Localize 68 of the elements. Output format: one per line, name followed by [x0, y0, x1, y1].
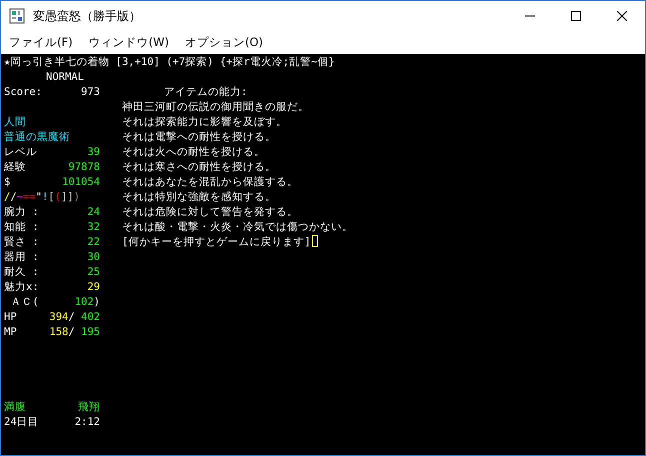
menu-item[interactable]: ウィンドウ(W)	[80, 33, 177, 52]
status-value: )	[94, 296, 100, 308]
status-label: 賢さ :	[4, 236, 39, 248]
description-line: それは特別な強敵を感知する。	[122, 191, 276, 203]
prompt-text: [何かキーを押すとゲームに戻ります]	[122, 236, 311, 248]
description-line: それは酸・電撃・火炎・冷気では傷つかない。	[122, 221, 353, 233]
status-value: 29	[87, 281, 100, 293]
status-value: 97878	[68, 161, 100, 173]
status-value: 24	[87, 206, 100, 218]
status-value: 158	[49, 326, 68, 338]
maximize-icon	[571, 11, 581, 21]
status-label: 経験	[4, 161, 26, 173]
status-label: [	[48, 191, 55, 203]
status-value: 394	[49, 311, 68, 323]
score-value: 973	[81, 85, 100, 100]
status-value: 402	[80, 311, 100, 323]
status-effect: 飛翔	[78, 400, 100, 415]
status-label: レベル	[4, 146, 37, 158]
status-label: ==	[22, 191, 36, 203]
game-mode: NORMAL	[46, 71, 84, 83]
score-label: Score:	[4, 85, 42, 100]
status-value: /	[68, 311, 75, 323]
description-line: 神田三河町の伝説の御用聞きの服だ。	[122, 101, 309, 113]
status-label: 腕力 :	[4, 206, 39, 218]
status-label: !	[42, 191, 48, 203]
status-label: ]]	[60, 191, 74, 203]
status-label: 魅力x:	[4, 281, 39, 293]
status-label: /	[4, 191, 10, 203]
app-icon	[9, 8, 25, 24]
close-icon	[617, 11, 627, 21]
status-value: 101054	[62, 176, 100, 188]
status-value: 30	[87, 251, 100, 263]
status-value: 195	[80, 326, 100, 338]
status-label: 人間	[4, 116, 26, 128]
menu-item[interactable]: オプション(O)	[176, 33, 271, 52]
window-title: 変愚蛮怒（勝手版）	[33, 8, 142, 24]
status-value: 32	[87, 221, 100, 233]
description-line: それは火への耐性を授ける。	[122, 146, 265, 158]
status-value: 22	[87, 236, 100, 248]
status-label: (	[54, 191, 61, 203]
text-cursor	[312, 235, 318, 247]
status-label: 器用 :	[4, 251, 39, 263]
status-label: 知能 :	[4, 221, 39, 233]
description-line: それは寒さへの耐性を授ける。	[122, 161, 276, 173]
game-time: 24日目	[4, 415, 39, 430]
status-label: ~	[16, 191, 23, 203]
status-value: 25	[87, 266, 100, 278]
section-title: アイテムの能力:	[164, 86, 248, 98]
status-label: MP	[4, 326, 17, 338]
description-line: それは探索能力に影響を及ぼす。	[122, 116, 287, 128]
description-line: それは危険に対して警告を発する。	[122, 206, 298, 218]
status-label: )	[74, 191, 80, 203]
status-effect: 満腹	[4, 400, 26, 415]
description-line: それはあなたを混乱から保護する。	[122, 176, 298, 188]
status-value: /	[68, 326, 75, 338]
status-label: 普通の黒魔術	[4, 131, 70, 143]
status-label: HP	[4, 311, 17, 323]
status-value: 39	[87, 146, 100, 158]
status-label: ＡＣ(	[9, 296, 39, 308]
status-value: 102	[74, 296, 94, 308]
description-line: それは電撃への耐性を授ける。	[122, 131, 276, 143]
status-label: /	[10, 191, 17, 203]
item-header: ★岡っ引き半七の着物 [3,+10] (+7探索) {+探r電火冷;乱警~個}	[4, 56, 335, 68]
menu-item[interactable]: ファイル(F)	[1, 33, 81, 52]
game-time: 2:12	[74, 415, 100, 430]
status-label: $	[4, 176, 10, 188]
status-label: "	[36, 191, 42, 203]
status-label: 耐久 :	[4, 266, 39, 278]
